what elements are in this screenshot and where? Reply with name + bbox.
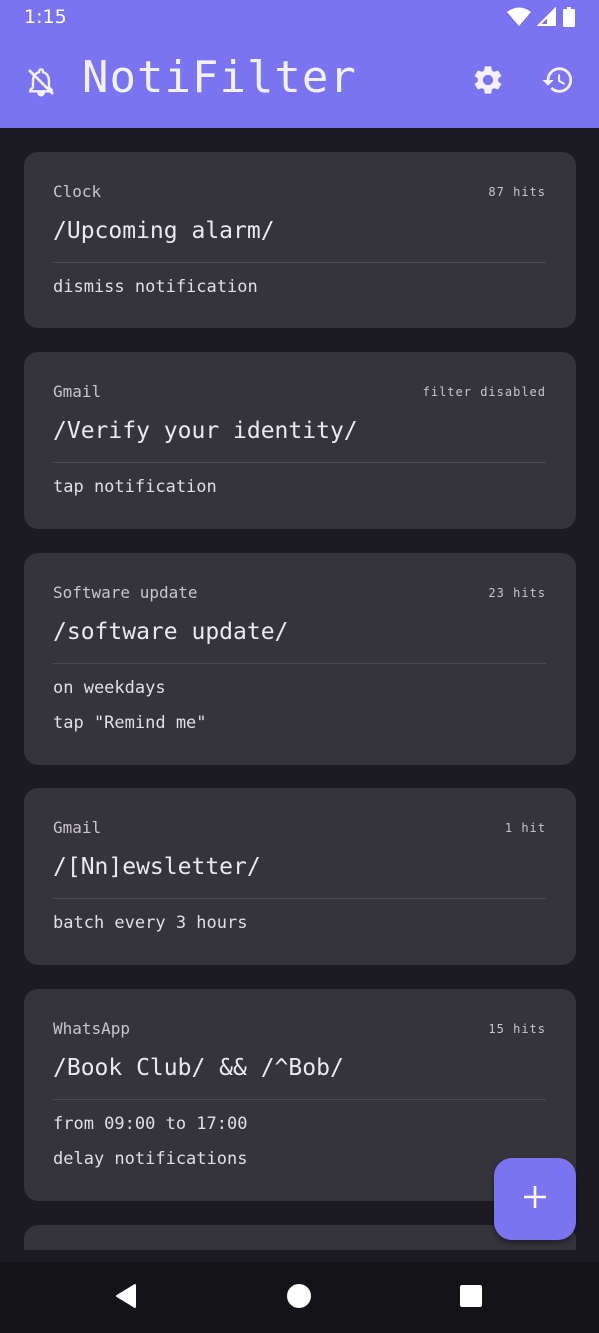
- back-icon: [113, 1283, 139, 1313]
- filter-action: tap "Remind me": [53, 713, 207, 733]
- history-button[interactable]: [534, 58, 582, 106]
- status-icons: [507, 6, 575, 31]
- card-divider: [53, 262, 546, 263]
- recents-button[interactable]: [447, 1274, 495, 1322]
- filter-card-partial[interactable]: [24, 1225, 576, 1250]
- filter-pattern: /software update/: [53, 619, 289, 645]
- card-divider: [53, 663, 546, 664]
- recents-icon: [459, 1284, 483, 1312]
- filter-pattern: /Book Club/ && /^Bob/: [53, 1055, 344, 1081]
- filter-card-gmail-verify[interactable]: Gmail filter disabled /Verify your ident…: [24, 352, 576, 529]
- wifi-icon: [507, 7, 531, 31]
- cell-signal-icon: [536, 6, 557, 31]
- filter-action: tap notification: [53, 477, 217, 497]
- add-icon: [522, 1184, 548, 1214]
- filter-pattern: /Upcoming alarm/: [53, 218, 275, 244]
- filter-app-name: Gmail: [53, 818, 102, 837]
- app-bar: NotiFilter: [0, 36, 599, 128]
- filter-action: delay notifications: [53, 1149, 248, 1169]
- filter-status: filter disabled: [422, 385, 546, 399]
- filter-app-name: Clock: [53, 182, 102, 201]
- back-button[interactable]: [102, 1274, 150, 1322]
- filter-card-clock[interactable]: Clock 87 hits /Upcoming alarm/ dismiss n…: [24, 152, 576, 328]
- history-icon: [541, 63, 575, 101]
- app-title: NotiFilter: [82, 52, 357, 103]
- card-divider: [53, 898, 546, 899]
- filter-hit-count: 87 hits: [488, 185, 546, 199]
- status-time: 1:15: [24, 6, 67, 28]
- system-nav-bar: [0, 1262, 599, 1333]
- settings-icon: [471, 63, 505, 101]
- filter-hit-count: 23 hits: [488, 586, 546, 600]
- home-icon: [286, 1283, 312, 1313]
- home-button[interactable]: [275, 1274, 323, 1322]
- filter-card-whatsapp[interactable]: WhatsApp 15 hits /Book Club/ && /^Bob/ f…: [24, 989, 576, 1201]
- filter-hit-count: 15 hits: [488, 1022, 546, 1036]
- settings-button[interactable]: [464, 58, 512, 106]
- filter-app-name: Gmail: [53, 382, 102, 401]
- filter-app-name: WhatsApp: [53, 1019, 131, 1038]
- card-divider: [53, 1099, 546, 1100]
- battery-icon: [563, 7, 575, 31]
- filter-card-software-update[interactable]: Software update 23 hits /software update…: [24, 553, 576, 765]
- filter-pattern: /[Nn]ewsletter/: [53, 854, 261, 880]
- filter-list: Clock 87 hits /Upcoming alarm/ dismiss n…: [0, 128, 599, 1250]
- add-filter-button[interactable]: [494, 1158, 576, 1240]
- filter-action: dismiss notification: [53, 277, 258, 297]
- status-bar: 1:15: [0, 0, 599, 36]
- notifications-off-icon: [17, 58, 65, 106]
- filter-card-gmail-newsletter[interactable]: Gmail 1 hit /[Nn]ewsletter/ batch every …: [24, 788, 576, 965]
- card-divider: [53, 462, 546, 463]
- filter-app-name: Software update: [53, 583, 198, 602]
- filter-hit-count: 1 hit: [504, 821, 546, 835]
- filter-pattern: /Verify your identity/: [53, 418, 358, 444]
- filter-condition: on weekdays: [53, 678, 166, 698]
- filter-condition: from 09:00 to 17:00: [53, 1114, 248, 1134]
- filter-action: batch every 3 hours: [53, 913, 248, 933]
